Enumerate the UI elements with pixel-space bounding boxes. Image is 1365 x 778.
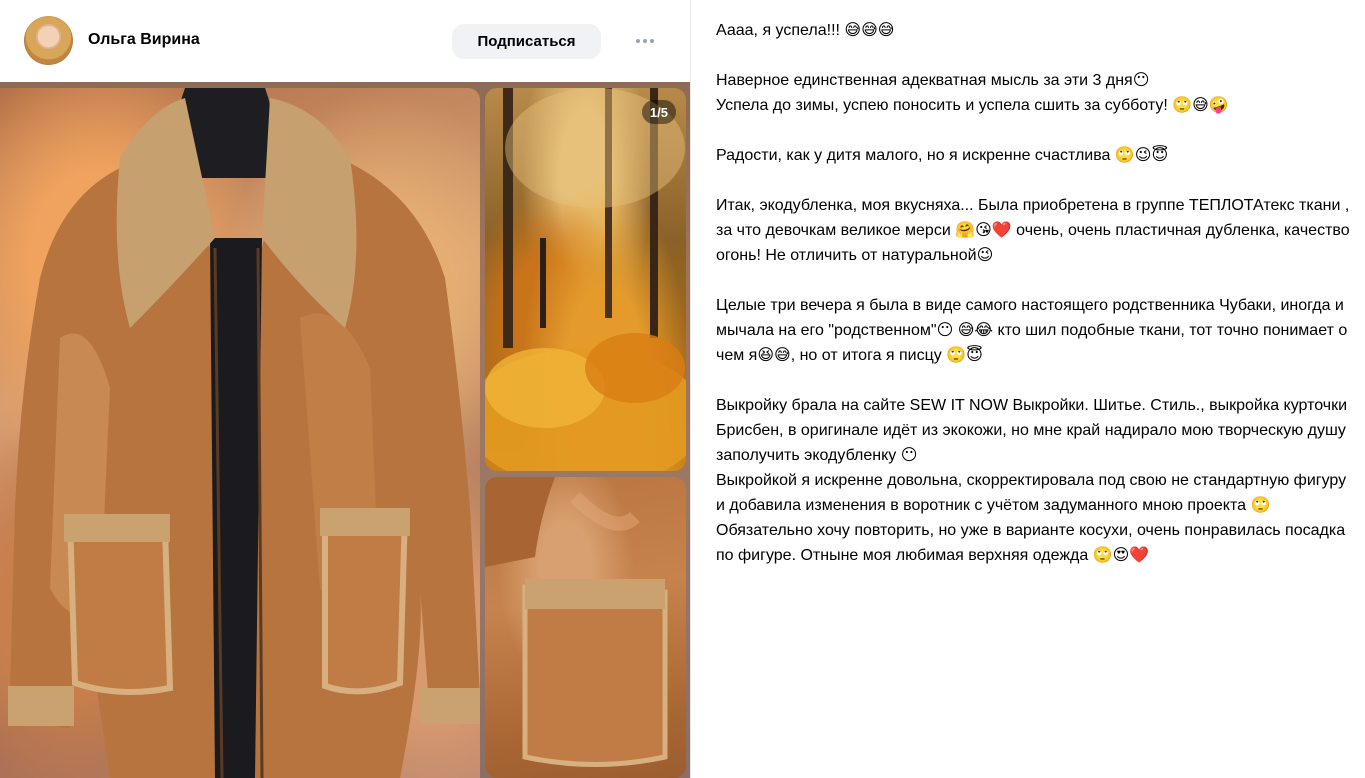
subscribe-button[interactable]: Подписаться [452,24,601,59]
more-dot [636,39,640,43]
more-options-icon[interactable] [630,28,660,54]
post-paragraph: Успела до зимы, успею поносить и успела … [716,97,1229,114]
post-paragraph: Выкройкой я искренне довольна, скорректи… [716,472,1347,514]
autumn-photo-thumbnail[interactable]: 1/5 [485,88,686,471]
photo-gallery: 1/5 [0,82,690,778]
more-dot [643,39,647,43]
autumn-leaves-image [485,88,686,471]
more-dot [650,39,654,43]
main-photo[interactable] [0,88,480,778]
post-paragraph: Аааа, я успела!!! 😅😅😅 [716,22,895,39]
post-text: Аааа, я успела!!! 😅😅😅 Наверное единствен… [716,18,1356,768]
post-paragraph: Итак, экодубленка, моя вкусняха... Была … [716,197,1350,264]
post-paragraph: Целые три вечера я была в виде самого на… [716,297,1348,364]
photo-counter-badge: 1/5 [641,100,676,124]
post-paragraph: Наверное единственная адекватная мысль з… [716,72,1150,89]
jacket-photo-image [8,88,480,778]
post-header: Ольга Вирина Подписаться [0,0,690,82]
post-paragraph: Выкройку брала на сайте SEW IT NOW Выкро… [716,397,1348,464]
pocket-photo-thumbnail[interactable] [485,477,686,778]
author-name[interactable]: Ольга Вирина [88,31,200,49]
pocket-closeup-image [485,477,668,767]
post-paragraph: Обязательно хочу повторить, но уже в вар… [716,522,1346,564]
panel-divider [690,0,691,778]
post-media-panel: Ольга Вирина Подписаться 1/5 [0,0,690,778]
post-paragraph: Радости, как у дитя малого, но я искренн… [716,147,1169,164]
author-avatar[interactable] [24,16,73,65]
